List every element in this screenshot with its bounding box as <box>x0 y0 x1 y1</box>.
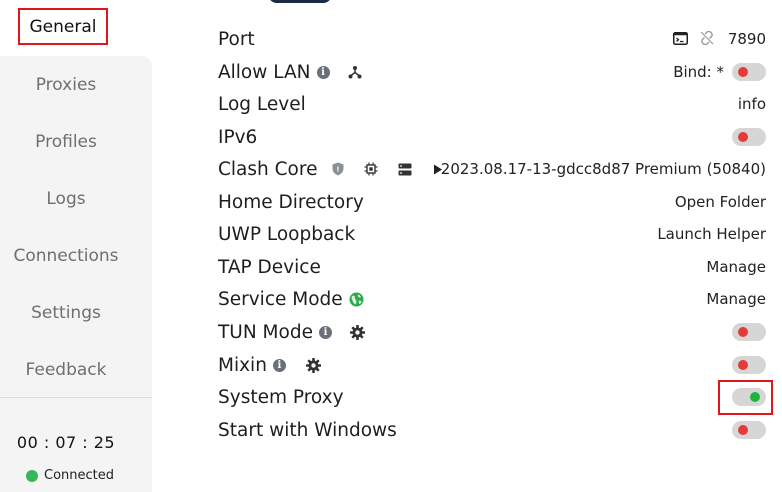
sidebar-divider <box>0 397 152 398</box>
service-mode-label: Service Mode <box>218 288 343 310</box>
system-proxy-controls <box>732 382 766 412</box>
nav-panel: Proxies Profiles Logs Connections Settin… <box>0 56 152 492</box>
network-share-icon[interactable] <box>348 65 362 79</box>
home-directory-controls: Open Folder <box>675 187 766 217</box>
log-level-label: Log Level <box>218 93 306 115</box>
row-uwp-loopback: UWP Loopback Launch Helper <box>218 219 766 249</box>
home-directory-label: Home Directory <box>218 191 364 213</box>
row-allow-lan: Allow LAN i Bind: * <box>218 57 766 87</box>
launch-helper-button[interactable]: Launch Helper <box>657 225 766 243</box>
uwp-loopback-controls: Launch Helper <box>657 219 766 249</box>
status-label: Connected <box>44 468 115 483</box>
tun-mode-controls <box>732 317 766 347</box>
server-icon[interactable] <box>398 163 412 176</box>
row-start-with-windows: Start with Windows <box>218 415 766 445</box>
clash-core-label: Clash Core <box>218 158 318 180</box>
port-controls: 7890 <box>672 24 766 54</box>
nav-general[interactable]: General <box>18 8 108 45</box>
status-dot-icon <box>26 469 38 482</box>
open-folder-button[interactable]: Open Folder <box>675 193 766 211</box>
unlink-icon[interactable] <box>700 30 714 49</box>
nav-settings[interactable]: Settings <box>0 303 132 323</box>
ipv6-controls <box>732 122 766 152</box>
row-ipv6: IPv6 <box>218 122 766 152</box>
start-with-windows-controls <box>732 415 766 445</box>
mixin-toggle[interactable] <box>732 356 766 374</box>
start-with-windows-label: Start with Windows <box>218 419 397 441</box>
system-proxy-toggle[interactable] <box>732 388 766 406</box>
globe-icon <box>349 292 364 307</box>
ipv6-toggle[interactable] <box>732 128 766 146</box>
clash-core-version[interactable]: 2023.08.17-13-gdcc8d87 Premium (50840) <box>441 160 766 178</box>
tun-mode-toggle[interactable] <box>732 323 766 341</box>
row-tun-mode: TUN Mode i <box>218 317 766 347</box>
mixin-label: Mixin <box>218 354 267 376</box>
row-home-directory: Home Directory Open Folder <box>218 187 766 217</box>
gear-icon[interactable] <box>305 357 321 373</box>
port-value[interactable]: 7890 <box>728 30 766 48</box>
bind-address[interactable]: Bind: * <box>673 63 724 81</box>
port-label: Port <box>218 28 255 50</box>
cpu-chip-icon[interactable] <box>364 162 378 176</box>
service-mode-controls: Manage <box>706 284 766 314</box>
system-proxy-label: System Proxy <box>218 386 344 408</box>
info-icon[interactable]: i <box>316 65 330 79</box>
nav-connections[interactable]: Connections <box>0 246 132 266</box>
terminal-icon[interactable] <box>672 30 688 49</box>
row-port: Port 7890 <box>218 24 766 54</box>
row-tap-device: TAP Device Manage <box>218 252 766 282</box>
row-service-mode: Service Mode Manage <box>218 284 766 314</box>
nav-proxies[interactable]: Proxies <box>0 75 132 95</box>
nav-logs[interactable]: Logs <box>0 189 132 209</box>
allow-lan-label: Allow LAN <box>218 61 311 83</box>
start-with-windows-toggle[interactable] <box>732 421 766 439</box>
tap-manage-button[interactable]: Manage <box>706 258 766 276</box>
info-icon[interactable]: i <box>318 325 332 339</box>
ipv6-label: IPv6 <box>218 126 258 148</box>
nav-profiles[interactable]: Profiles <box>0 132 132 152</box>
row-clash-core: Clash Core ! 2023.08.17-13-gdcc8d87 Prem… <box>218 154 766 184</box>
svg-text:!: ! <box>337 165 340 173</box>
info-icon[interactable]: i <box>272 358 286 372</box>
clash-core-controls: 2023.08.17-13-gdcc8d87 Premium (50840) <box>441 154 766 184</box>
connection-timer: 00 : 07 : 25 <box>16 433 116 452</box>
nav-feedback[interactable]: Feedback <box>0 360 132 380</box>
sidebar: General Proxies Profiles Logs Connection… <box>0 0 152 492</box>
tap-device-label: TAP Device <box>218 256 321 278</box>
log-level-value[interactable]: info <box>738 95 766 113</box>
uwp-loopback-label: UWP Loopback <box>218 223 356 245</box>
log-level-controls: info <box>738 89 766 119</box>
allow-lan-controls: Bind: * <box>673 57 766 87</box>
row-log-level: Log Level info <box>218 89 766 119</box>
allow-lan-toggle[interactable] <box>732 63 766 81</box>
row-system-proxy: System Proxy <box>218 382 766 412</box>
shield-icon[interactable]: ! <box>332 162 344 176</box>
top-decoration <box>268 0 332 3</box>
connection-status: Connected <box>26 468 114 483</box>
tun-mode-label: TUN Mode <box>218 321 313 343</box>
service-manage-button[interactable]: Manage <box>706 290 766 308</box>
mixin-controls <box>732 350 766 380</box>
tap-device-controls: Manage <box>706 252 766 282</box>
row-mixin: Mixin i <box>218 350 766 380</box>
gear-icon[interactable] <box>349 324 365 340</box>
